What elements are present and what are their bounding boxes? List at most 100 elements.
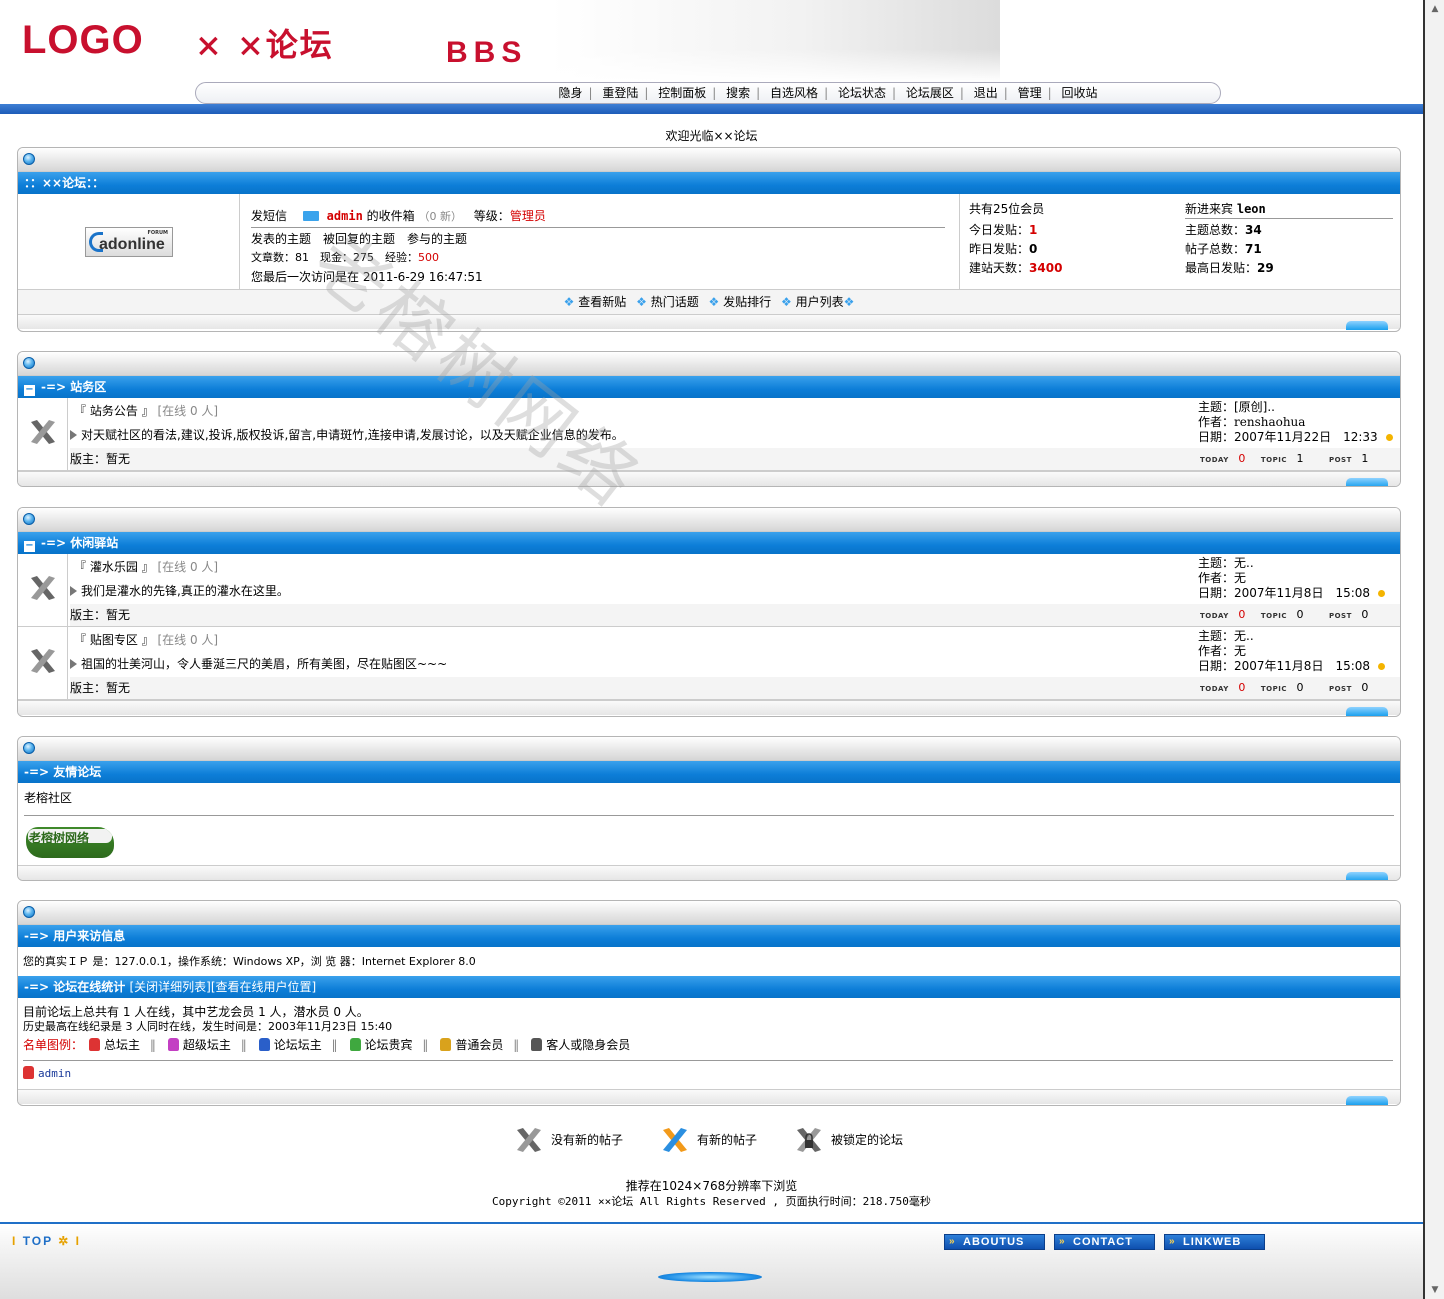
board-name[interactable]: 『 站务公告 』	[74, 404, 154, 418]
nav-style[interactable]: 自选风格	[764, 83, 824, 103]
section-title[interactable]: -=> 休闲驿站	[41, 536, 118, 550]
visitor-panel: -=> 用户来访信息 您的真实ＩＰ 是：127.0.0.1，操作系统：Windo…	[17, 900, 1401, 1106]
post-count: 1	[1361, 452, 1369, 465]
board-row: 『 站务公告 』 [在线 0 人] 对天赋社区的看法,建议,投诉,版权投诉,留言…	[18, 398, 1400, 471]
nav-status[interactable]: 论坛状态	[832, 83, 892, 103]
legend-label: 名单图例：	[23, 1038, 84, 1052]
nav-admin[interactable]: 管理	[1012, 83, 1048, 103]
member-count: 共有25位会员	[969, 202, 1045, 216]
no-new-posts-icon	[31, 649, 55, 673]
link-hot-topics[interactable]: 热门话题	[651, 295, 699, 309]
vip-user-icon	[349, 1038, 361, 1051]
nav-logout[interactable]: 退出	[968, 83, 1004, 103]
friend-logo[interactable]: 老榕树网络	[26, 827, 114, 858]
board-counts: TODAY 0 TOPIC 0 POST 0	[1200, 608, 1368, 621]
last-date: 日期：2007年11月22日 12:33	[1198, 430, 1378, 444]
board-description: 祖国的壮美河山，令人垂涎三尺的美眉，所有美图，尽在贴图区~~~	[81, 657, 448, 671]
friend-site-link[interactable]: 老榕社区	[24, 789, 72, 806]
nav-search[interactable]: 搜索	[720, 83, 756, 103]
last-topic[interactable]: 主题：无..	[1198, 629, 1385, 644]
board-online: [在线 0 人]	[157, 633, 219, 647]
stat-label: 最高日发贴：	[1185, 261, 1258, 275]
collapse-icon[interactable]: −	[24, 541, 35, 552]
board-moderator: 版主：暂无	[70, 681, 131, 695]
adonline-logo[interactable]: FORUM adonline	[85, 227, 173, 257]
last-author[interactable]: 作者：无	[1198, 644, 1385, 659]
my-topics-links[interactable]: 发表的主题 被回复的主题 参与的主题	[251, 230, 467, 247]
role-name: 客人或隐身会员	[546, 1038, 631, 1052]
board-row: 『 贴图专区 』 [在线 0 人] 祖国的壮美河山，令人垂涎三尺的美眉，所有美图…	[18, 627, 1400, 700]
board-description: 对天赋社区的看法,建议,投诉,版权投诉,留言,申请斑竹,连接申请,发展讨论，以及…	[81, 428, 624, 442]
legend-label: 被锁定的论坛	[831, 1133, 904, 1147]
scroll-up-icon[interactable]: ▲	[1428, 2, 1442, 16]
no-new-posts-icon	[517, 1128, 541, 1152]
last-topic[interactable]: 主题：无..	[1198, 556, 1385, 571]
guest-user-icon	[531, 1038, 543, 1051]
diamond-icon: ❖	[780, 295, 792, 309]
board-online: [在线 0 人]	[157, 404, 219, 418]
admin-user-icon	[23, 1066, 34, 1079]
link-new-posts[interactable]: 查看新贴	[578, 295, 626, 309]
newest-user-link[interactable]: leon	[1237, 202, 1266, 216]
user-exp: 500	[418, 251, 439, 264]
level-label: 等级：	[473, 209, 510, 223]
board-title-line: 『 贴图专区 』 [在线 0 人]	[74, 631, 218, 648]
send-message-link[interactable]: 发短信	[251, 209, 287, 223]
scroll-tab	[1346, 321, 1388, 330]
button-label: CONTACT	[1073, 1236, 1133, 1248]
last-date-line: 日期：2007年11月8日 15:08	[1198, 586, 1386, 601]
nav-hide[interactable]: 隐身	[552, 83, 588, 103]
admin-user-icon	[89, 1038, 101, 1051]
stat-yesterday: 昨日发贴：0	[969, 240, 1037, 257]
nav-gallery[interactable]: 论坛展区	[900, 83, 960, 103]
site-logo[interactable]: LOGO	[22, 18, 144, 63]
panel-top	[18, 508, 1400, 532]
section-title[interactable]: -=> 站务区	[41, 380, 106, 394]
nav-recycle[interactable]: 回收站	[1056, 83, 1104, 103]
envelope-icon[interactable]	[302, 211, 319, 221]
online-links[interactable]: [关闭详细列表][查看在线用户位置]	[129, 980, 316, 994]
last-visit: 您最后一次访问是在 2011-6-29 16:47:51	[251, 270, 483, 284]
link-user-list[interactable]: 用户列表	[796, 295, 844, 309]
board-title-line: 『 灌水乐园 』 [在线 0 人]	[74, 558, 218, 575]
mod-user-icon	[258, 1038, 270, 1051]
board-counts: TODAY 0 TOPIC 0 POST 0	[1200, 681, 1368, 694]
username-link[interactable]: admin	[327, 209, 363, 223]
contact-button[interactable]: » CONTACT	[1054, 1234, 1155, 1250]
link-post-ranking[interactable]: 发贴排行	[723, 295, 771, 309]
visitor-info: 您的真实ＩＰ 是：127.0.0.1，操作系统：Windows XP，浏 览 器…	[23, 955, 476, 968]
divider	[251, 227, 945, 228]
bullet-icon	[23, 906, 35, 918]
nav-control-panel[interactable]: 控制面板	[652, 83, 712, 103]
nav-relogin[interactable]: 重登陆	[596, 83, 644, 103]
last-author[interactable]: 作者：无	[1198, 571, 1385, 586]
board-title-line: 『 站务公告 』 [在线 0 人]	[74, 402, 218, 419]
forum-page: LOGO × ×论坛 BBS 隐身 | 重登陆 | 控制面板 | 搜索 | 自选风格 | …	[0, 0, 1423, 1299]
last-date: 日期：2007年11月8日 15:08	[1198, 659, 1371, 673]
top-link[interactable]: I TOP ✲ I	[12, 1234, 81, 1248]
board-name[interactable]: 『 贴图专区 』	[74, 633, 154, 647]
last-author[interactable]: 作者：renshaohua	[1198, 415, 1393, 430]
header: LOGO × ×论坛 BBS 隐身 | 重登陆 | 控制面板 | 搜索 | 自选风格 | …	[0, 0, 1423, 114]
aboutus-button[interactable]: » ABOUTUS	[944, 1234, 1045, 1250]
divider	[24, 815, 1394, 816]
online-title-bar: -=> 论坛在线统计 [关闭详细列表][查看在线用户位置]	[18, 976, 1400, 998]
today-label: TODAY	[1200, 685, 1229, 693]
inbox-link[interactable]: 的收件箱	[367, 209, 415, 223]
vertical-scrollbar[interactable]: ▲ ▼	[1423, 0, 1444, 1299]
collapse-icon[interactable]: −	[24, 385, 35, 396]
linkweb-button[interactable]: » LINKWEB	[1164, 1234, 1265, 1250]
online-user-link[interactable]: admin	[38, 1067, 71, 1080]
board-name[interactable]: 『 灌水乐园 』	[74, 560, 154, 574]
topic-count: 1	[1296, 452, 1304, 465]
stat-max: 最高日发贴：29	[1185, 259, 1274, 276]
legend-label: 有新的帖子	[697, 1133, 758, 1147]
scroll-down-icon[interactable]: ▼	[1428, 1283, 1442, 1297]
online-record: 历史最高在线纪录是 3 人同时在线，发生时间是：2003年11月23日 15:4…	[23, 1020, 393, 1033]
bottom-ornament	[658, 1272, 762, 1282]
inbox-count: （0 新）	[418, 210, 462, 223]
diamond-icon: ❖	[636, 295, 647, 309]
diamond-icon: ❖	[563, 295, 575, 309]
topic-label: TOPIC	[1260, 612, 1287, 620]
last-topic[interactable]: 主题：[原创]..	[1198, 400, 1393, 415]
